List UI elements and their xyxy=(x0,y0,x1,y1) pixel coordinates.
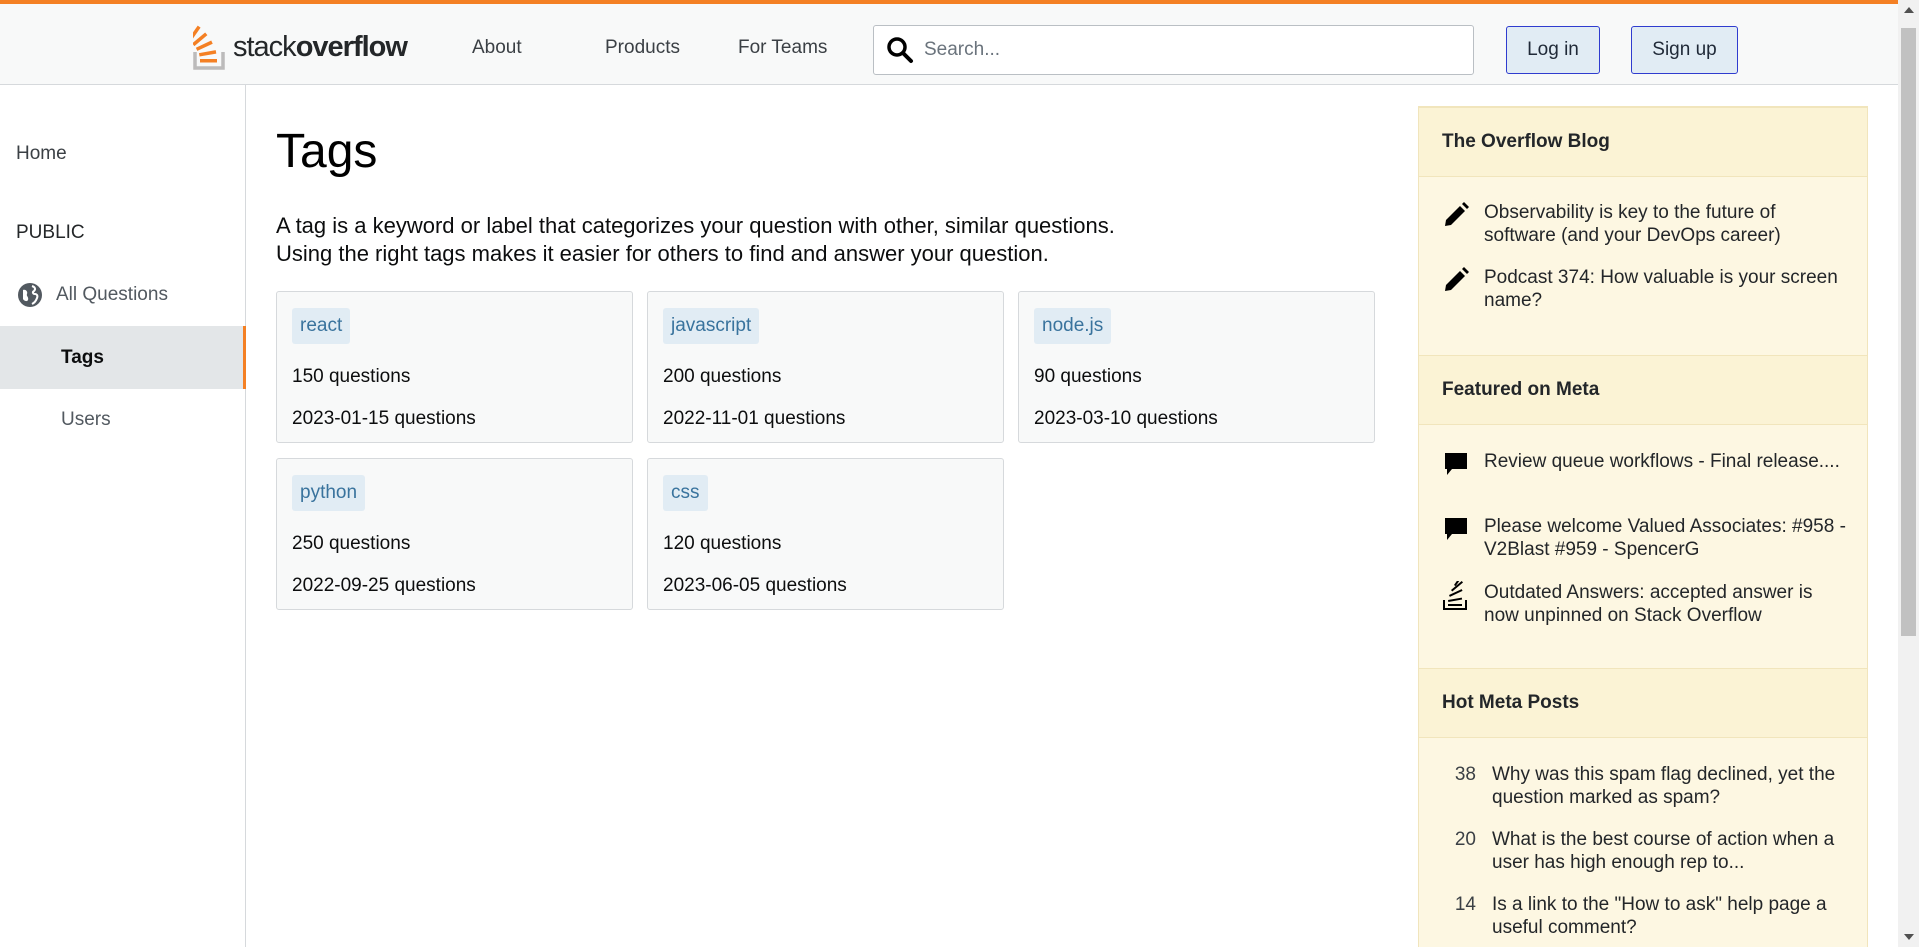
hot-post-item[interactable]: 14 Is a link to the "How to ask" help pa… xyxy=(1442,893,1852,939)
meta-item-text: Please welcome Valued Associates: #958 -… xyxy=(1484,516,1846,560)
hot-post-score: 38 xyxy=(1454,764,1476,785)
tags-description-line: Using the right tags makes it easier for… xyxy=(276,241,1049,266)
sidebar-item-label: All Questions xyxy=(56,284,168,305)
globe-icon xyxy=(18,283,42,307)
tag-card: node.js 90 questions 2023-03-10 question… xyxy=(1018,291,1375,443)
meta-item-text: Outdated Answers: accepted answer is now… xyxy=(1484,582,1813,626)
tag-chip[interactable]: react xyxy=(292,308,351,344)
sidebar-item-all-questions[interactable]: All Questions xyxy=(16,281,168,309)
featured-meta-heading: Featured on Meta xyxy=(1419,355,1867,425)
pencil-icon xyxy=(1442,266,1470,296)
stackoverflow-logo-icon xyxy=(193,25,225,70)
hot-post-text: Is a link to the "How to ask" help page … xyxy=(1492,894,1827,938)
meta-item[interactable]: Please welcome Valued Associates: #958 -… xyxy=(1442,515,1852,561)
nav-for-teams[interactable]: For Teams xyxy=(738,37,827,59)
tag-chip[interactable]: javascript xyxy=(663,308,760,344)
hot-post-text: Why was this spam flag declined, yet the… xyxy=(1492,764,1836,808)
hot-post-score: 14 xyxy=(1454,894,1476,915)
search-input[interactable] xyxy=(924,27,1473,73)
hot-post-item[interactable]: 38 Why was this spam flag declined, yet … xyxy=(1442,763,1852,809)
page-title: Tags xyxy=(276,125,378,178)
scroll-up-arrow-icon[interactable] xyxy=(1898,0,1919,20)
meta-item[interactable]: Outdated Answers: accepted answer is now… xyxy=(1442,581,1852,627)
tag-card: python 250 questions 2022-09-25 question… xyxy=(276,458,633,610)
tag-question-count: 90 questions xyxy=(1034,366,1142,387)
vertical-scrollbar[interactable] xyxy=(1898,0,1919,947)
sidebar-widget: The Overflow Blog Observability is key t… xyxy=(1418,106,1868,947)
tag-question-count: 120 questions xyxy=(663,533,782,554)
hot-post-score: 20 xyxy=(1454,829,1476,850)
tag-chip[interactable]: node.js xyxy=(1034,308,1112,344)
hot-meta-heading: Hot Meta Posts xyxy=(1419,668,1867,738)
top-bar: stackoverflow About Products For Teams L… xyxy=(0,0,1898,85)
tag-question-count: 200 questions xyxy=(663,366,782,387)
logo-text: stackoverflow xyxy=(233,30,408,63)
sidebar-item-tags[interactable]: Tags xyxy=(0,326,246,389)
tag-card: react 150 questions 2023-01-15 questions xyxy=(276,291,633,443)
tag-date: 2023-01-15 questions xyxy=(292,408,476,429)
tag-chip[interactable]: css xyxy=(663,475,708,511)
sidebar-item-users[interactable]: Users xyxy=(61,409,111,431)
logo[interactable]: stackoverflow xyxy=(193,24,408,70)
nav-products[interactable]: Products xyxy=(605,37,680,59)
blog-heading: The Overflow Blog xyxy=(1419,107,1867,177)
tags-description: A tag is a keyword or label that categor… xyxy=(276,212,1276,268)
signup-button[interactable]: Sign up xyxy=(1631,26,1738,74)
search-icon xyxy=(876,26,924,74)
tag-date: 2023-03-10 questions xyxy=(1034,408,1218,429)
scroll-down-arrow-icon[interactable] xyxy=(1898,927,1919,947)
tag-date: 2023-06-05 questions xyxy=(663,575,847,596)
login-button[interactable]: Log in xyxy=(1506,26,1600,74)
meta-item-text: Review queue workflows - Final release..… xyxy=(1484,451,1840,472)
blog-item[interactable]: Podcast 374: How valuable is your screen… xyxy=(1442,266,1852,312)
nav-about[interactable]: About xyxy=(472,37,522,59)
comment-icon xyxy=(1442,515,1470,545)
blog-item-text: Podcast 374: How valuable is your screen… xyxy=(1484,267,1838,311)
meta-item[interactable]: Review queue workflows - Final release..… xyxy=(1442,450,1852,480)
hot-post-text: What is the best course of action when a… xyxy=(1492,829,1835,873)
tag-card: css 120 questions 2023-06-05 questions xyxy=(647,458,1004,610)
stackoverflow-icon xyxy=(1442,581,1470,611)
comment-icon xyxy=(1442,450,1470,480)
sidebar-item-home[interactable]: Home xyxy=(16,143,67,165)
search-box xyxy=(873,25,1474,75)
left-sidebar: Home PUBLIC All Questions Tags Users xyxy=(0,85,246,947)
pencil-icon xyxy=(1442,201,1470,231)
tag-card: javascript 200 questions 2022-11-01 ques… xyxy=(647,291,1004,443)
tag-date: 2022-09-25 questions xyxy=(292,575,476,596)
tag-question-count: 250 questions xyxy=(292,533,411,554)
blog-item-text: Observability is key to the future of so… xyxy=(1484,202,1781,246)
tag-question-count: 150 questions xyxy=(292,366,411,387)
scrollbar-thumb[interactable] xyxy=(1901,28,1916,636)
blog-item[interactable]: Observability is key to the future of so… xyxy=(1442,201,1852,247)
page: stackoverflow About Products For Teams L… xyxy=(0,0,1919,947)
tag-date: 2022-11-01 questions xyxy=(663,408,846,429)
tag-chip[interactable]: python xyxy=(292,475,366,511)
sidebar-section-public: PUBLIC xyxy=(16,222,85,243)
tags-description-line: A tag is a keyword or label that categor… xyxy=(276,213,1115,238)
hot-post-item[interactable]: 20 What is the best course of action whe… xyxy=(1442,828,1852,874)
